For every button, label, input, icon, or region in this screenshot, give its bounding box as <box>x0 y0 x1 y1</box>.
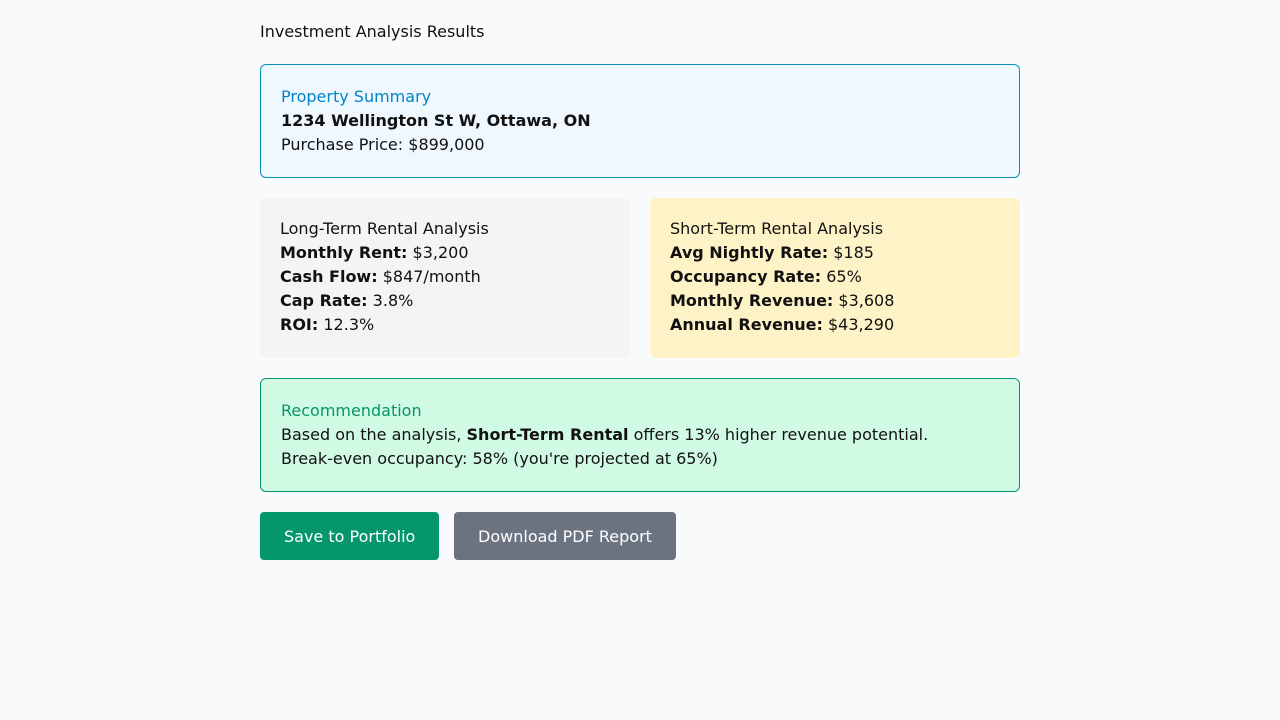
break-even-text: Break-even occupancy: 58% (you're projec… <box>281 449 718 468</box>
roi-value: 12.3% <box>323 315 375 334</box>
cap-rate-row: Cap Rate: 3.8% <box>280 289 610 313</box>
property-summary-heading: Property Summary <box>281 87 432 106</box>
recommendation-card: Recommendation Based on the analysis, Sh… <box>260 378 1020 492</box>
annual-revenue-label: Annual Revenue: <box>670 315 823 334</box>
monthly-revenue-value: $3,608 <box>838 291 895 310</box>
long-term-rental-card: Long-Term Rental Analysis Monthly Rent: … <box>260 198 630 358</box>
cash-flow-row: Cash Flow: $847/month <box>280 265 610 289</box>
nightly-rate-value: $185 <box>833 243 874 262</box>
recommended-strategy: Short-Term Rental <box>466 425 629 444</box>
roi-row: ROI: 12.3% <box>280 313 610 337</box>
cap-rate-label: Cap Rate: <box>280 291 368 310</box>
recommendation-text: Based on the analysis, Short-Term Rental… <box>281 423 999 447</box>
annual-revenue-value: $43,290 <box>827 315 895 334</box>
nightly-rate-row: Avg Nightly Rate: $185 <box>670 241 1000 265</box>
property-address: 1234 Wellington St W, Ottawa, ON <box>281 111 591 130</box>
recommendation-heading: Recommendation <box>281 401 422 420</box>
monthly-rent-row: Monthly Rent: $3,200 <box>280 241 610 265</box>
monthly-revenue-label: Monthly Revenue: <box>670 291 834 310</box>
occupancy-rate-label: Occupancy Rate: <box>670 267 822 286</box>
cash-flow-value: $847/month <box>382 267 481 286</box>
save-to-portfolio-button[interactable]: Save to Portfolio <box>260 512 439 560</box>
monthly-revenue-row: Monthly Revenue: $3,608 <box>670 289 1000 313</box>
purchase-price-value: $899,000 <box>408 135 485 154</box>
nightly-rate-label: Avg Nightly Rate: <box>670 243 829 262</box>
short-term-heading: Short-Term Rental Analysis <box>670 219 884 238</box>
recommendation-text-before: Based on the analysis, <box>281 425 462 444</box>
recommendation-text-after: offers 13% higher revenue potential. <box>633 425 929 444</box>
download-pdf-report-button[interactable]: Download PDF Report <box>454 512 676 560</box>
page-title: Investment Analysis Results <box>260 22 485 41</box>
monthly-rent-label: Monthly Rent: <box>280 243 408 262</box>
annual-revenue-row: Annual Revenue: $43,290 <box>670 313 1000 337</box>
occupancy-rate-value: 65% <box>826 267 862 286</box>
occupancy-rate-row: Occupancy Rate: 65% <box>670 265 1000 289</box>
cap-rate-value: 3.8% <box>372 291 414 310</box>
purchase-price-label: Purchase Price: <box>281 135 404 154</box>
property-summary-card: Property Summary 1234 Wellington St W, O… <box>260 64 1020 178</box>
cash-flow-label: Cash Flow: <box>280 267 378 286</box>
short-term-rental-card: Short-Term Rental Analysis Avg Nightly R… <box>650 198 1020 358</box>
long-term-heading: Long-Term Rental Analysis <box>280 219 489 238</box>
monthly-rent-value: $3,200 <box>412 243 469 262</box>
purchase-price-line: Purchase Price: $899,000 <box>281 133 999 157</box>
roi-label: ROI: <box>280 315 319 334</box>
